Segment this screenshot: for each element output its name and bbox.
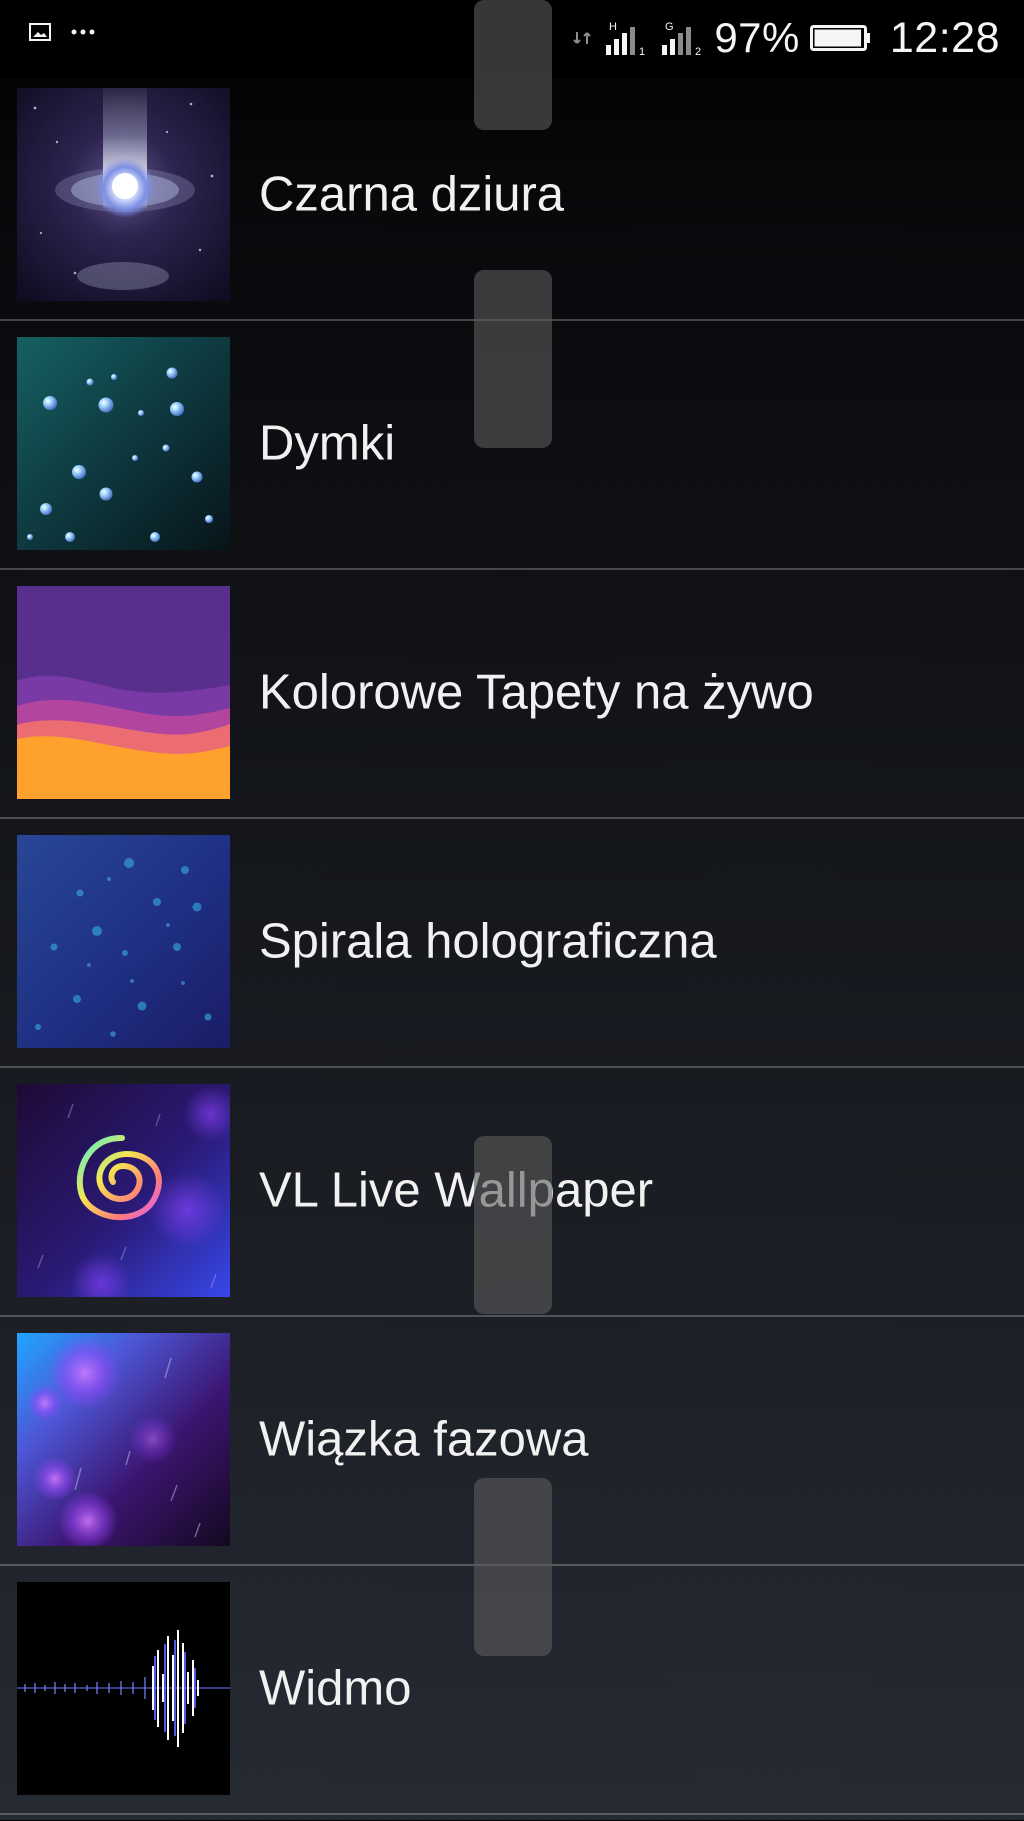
wallpaper-item-spirala-holograficzna[interactable]: Spirala holograficzna	[0, 825, 1024, 1074]
wallpaper-label: Wiązka fazowa	[259, 1412, 589, 1467]
status-bar: H 1 G 2 97% 12:28	[0, 0, 1024, 78]
svg-text:1: 1	[639, 46, 645, 57]
wallpaper-item-vl-live-wallpaper[interactable]: VL Live Wallpaper	[0, 1074, 1024, 1323]
wallpaper-label: Spirala holograficzna	[259, 914, 717, 969]
battery-icon	[809, 24, 872, 52]
spectrum-thumbnail	[17, 1582, 230, 1795]
svg-text:2: 2	[695, 46, 701, 57]
list-divider	[0, 1066, 1024, 1068]
list-divider	[0, 1315, 1024, 1317]
wallpaper-label: VL Live Wallpaper	[259, 1163, 654, 1218]
signal-icon: G 2	[658, 19, 704, 57]
wallpaper-label: Kolorowe Tapety na żywo	[259, 665, 814, 720]
gallery-icon	[28, 22, 52, 42]
wallpaper-item-wiazka-fazowa[interactable]: Wiązka fazowa	[0, 1323, 1024, 1572]
phase-beam-thumbnail	[17, 1333, 230, 1546]
list-divider	[0, 817, 1024, 819]
wallpaper-label: Czarna dziura	[259, 167, 565, 222]
color-waves-thumbnail	[17, 586, 230, 799]
svg-text:H: H	[609, 21, 617, 33]
wallpaper-item-dymki[interactable]: Dymki	[0, 327, 1024, 576]
wallpaper-item-kolorowe-tapety[interactable]: Kolorowe Tapety na żywo	[0, 576, 1024, 825]
bubbles-thumbnail	[17, 337, 230, 550]
list-divider	[0, 1564, 1024, 1566]
list-divider	[0, 1813, 1024, 1815]
signal-icon: H 1	[602, 19, 648, 57]
more-icon	[70, 28, 96, 36]
wallpaper-item-widmo[interactable]: Widmo	[0, 1572, 1024, 1821]
list-divider	[0, 319, 1024, 321]
wallpaper-label: Dymki	[259, 416, 396, 471]
holographic-spiral-thumbnail	[17, 835, 230, 1048]
status-left-icons	[28, 22, 96, 42]
wallpaper-label: Widmo	[259, 1661, 412, 1716]
black-hole-thumbnail	[17, 88, 230, 301]
wallpaper-list: Czarna dziura Dymki Kolorowe Tapety na ż…	[0, 78, 1024, 1820]
list-divider	[0, 568, 1024, 570]
battery-percent-text: 97%	[714, 14, 800, 61]
wallpaper-item-czarna-dziura[interactable]: Czarna dziura	[0, 78, 1024, 327]
svg-text:G: G	[665, 21, 674, 33]
data-arrows-icon	[572, 30, 592, 46]
status-time: 12:28	[889, 13, 1000, 62]
vl-spiral-thumbnail	[17, 1084, 230, 1297]
status-right-icons: H 1 G 2 97% 12:28	[572, 13, 1000, 63]
